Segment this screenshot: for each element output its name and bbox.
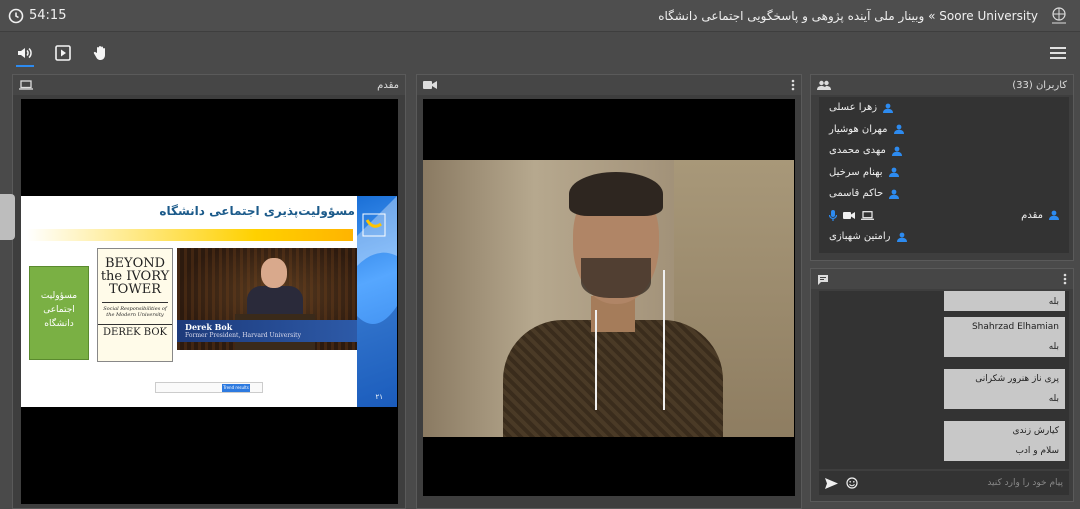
user-icon (883, 103, 894, 113)
message-text: بله (1048, 394, 1059, 404)
session-timer: 54:15 (8, 8, 66, 24)
user-icon (891, 146, 902, 156)
book-cover-green: مسؤولیت اجتماعی دانشگاه (29, 266, 89, 360)
user-item[interactable]: بهنام سرخیل (819, 162, 1069, 184)
message-text: سلام و ادب (1015, 446, 1059, 456)
timer-text: 54:15 (29, 8, 67, 23)
chat-icon (817, 274, 829, 285)
user-icon (896, 232, 907, 242)
chat-message: Shahrzad Elhamian بله (944, 317, 1065, 357)
screen-share-icon (861, 210, 874, 220)
send-icon[interactable] (825, 477, 838, 489)
user-item[interactable]: رامتین شهبازی (819, 226, 1069, 248)
user-name: رامتین شهبازی (829, 231, 891, 243)
slide-title: مسؤولیت‌پذیری اجتماعی دانشگاه (159, 204, 355, 218)
user-name: مهدی محمدی (829, 145, 886, 157)
play-box-icon[interactable] (53, 43, 73, 63)
user-item-presenter[interactable]: مقدم (819, 205, 1069, 227)
user-name: مقدم (1021, 209, 1043, 221)
hand-icon[interactable] (91, 43, 111, 63)
message-sender: کیارش زندی (1012, 426, 1059, 436)
microphone-icon (829, 209, 837, 221)
chat-input-bar: پیام خود را وارد کنید (819, 471, 1069, 495)
message-sender: Shahrzad Elhamian (971, 322, 1059, 332)
book-subtitle: Social Responsibilities of the Modern Un… (102, 302, 168, 318)
slide-search-box: Trend results (155, 382, 263, 393)
menu-icon[interactable] (1050, 46, 1066, 60)
more-options-icon[interactable] (1063, 273, 1067, 285)
webcam-feed (423, 160, 794, 437)
presenter-status-icons (829, 209, 874, 221)
slide-search-button: Trend results (222, 384, 250, 392)
laptop-icon[interactable] (19, 80, 33, 90)
chat-message: کیارش زندی سلام و ادب (944, 421, 1065, 461)
book-title-line3: TOWER (109, 282, 161, 297)
chat-message: پری ناز هنرور شکرانی بله (944, 369, 1065, 409)
users-group-icon (817, 80, 831, 90)
book-cover-ivory-tower: BEYOND the IVORY TOWER Social Responsibi… (97, 248, 173, 362)
user-name: حاکم قاسمی (829, 188, 884, 200)
slide-speaker-photo: Derek Bok Former President, Harvard Univ… (177, 248, 357, 350)
speaker-icon[interactable] (15, 43, 35, 63)
user-name: زهرا عسلی (829, 102, 878, 114)
slide-accent-bar (27, 229, 353, 241)
slide-page-number: ۲۱ (375, 393, 383, 401)
user-icon (889, 189, 900, 199)
video-panel-header (417, 75, 801, 95)
panel-resize-handle[interactable] (0, 194, 15, 240)
chat-panel: بله Shahrzad Elhamian بله پری ناز هنرور … (810, 268, 1074, 502)
message-text: بله (1048, 297, 1059, 307)
book-author: DEREK BOK (98, 324, 172, 338)
user-name: بهنام سرخیل (829, 166, 883, 178)
user-item[interactable]: مهدی محمدی (819, 140, 1069, 162)
toolbar (0, 32, 1080, 72)
user-item[interactable]: مهران هوشیار (819, 119, 1069, 141)
presentation-panel: مقدم مسؤولیت‌پذیری اجتماعی دانشگاه مسؤول… (12, 74, 406, 509)
clock-icon (8, 8, 24, 24)
photo-caption: Derek Bok Former President, Harvard Univ… (177, 320, 357, 342)
user-item[interactable]: حاکم قاسمی (819, 183, 1069, 205)
message-sender: پری ناز هنرور شکرانی (975, 374, 1059, 384)
video-stream (423, 99, 795, 496)
message-input[interactable]: پیام خود را وارد کنید (866, 478, 1063, 488)
user-icon (893, 124, 904, 135)
caption-name: Derek Bok (185, 322, 233, 332)
presentation-slide: مسؤولیت‌پذیری اجتماعی دانشگاه مسؤولیت اج… (21, 196, 397, 407)
chat-messages: بله Shahrzad Elhamian بله پری ناز هنرور … (819, 291, 1069, 469)
emoji-icon[interactable] (846, 477, 858, 489)
video-panel (416, 74, 802, 509)
more-options-icon[interactable] (791, 79, 795, 91)
presenter-name: مقدم (377, 79, 399, 91)
presentation-screen: مسؤولیت‌پذیری اجتماعی دانشگاه مسؤولیت اج… (21, 99, 398, 504)
camera-icon (843, 211, 855, 220)
users-panel: کاربران (33) زهرا عسلی مهران هوشیار مهدی… (810, 74, 1074, 261)
presentation-panel-header: مقدم (13, 75, 405, 95)
user-icon (1049, 210, 1059, 221)
users-list: زهرا عسلی مهران هوشیار مهدی محمدی بهنام … (819, 97, 1069, 253)
user-icon (888, 167, 899, 178)
caption-role: Former President, Harvard University (185, 332, 301, 339)
university-logo (1046, 3, 1072, 29)
chat-message: بله (944, 291, 1065, 311)
meeting-title: Soore University » وبینار ملی آینده پژوه… (658, 8, 1038, 23)
top-bar: 54:15 Soore University » وبینار ملی آیند… (0, 0, 1080, 32)
users-panel-header: کاربران (33) (811, 75, 1073, 95)
message-text: بله (1048, 342, 1059, 352)
chat-panel-header (811, 269, 1073, 289)
user-name: مهران هوشیار (829, 123, 888, 135)
active-indicator (16, 65, 34, 67)
user-item[interactable]: زهرا عسلی (819, 97, 1069, 119)
slide-decoration (357, 196, 397, 407)
users-count-title: کاربران (33) (1012, 79, 1067, 91)
video-camera-icon (423, 80, 437, 90)
